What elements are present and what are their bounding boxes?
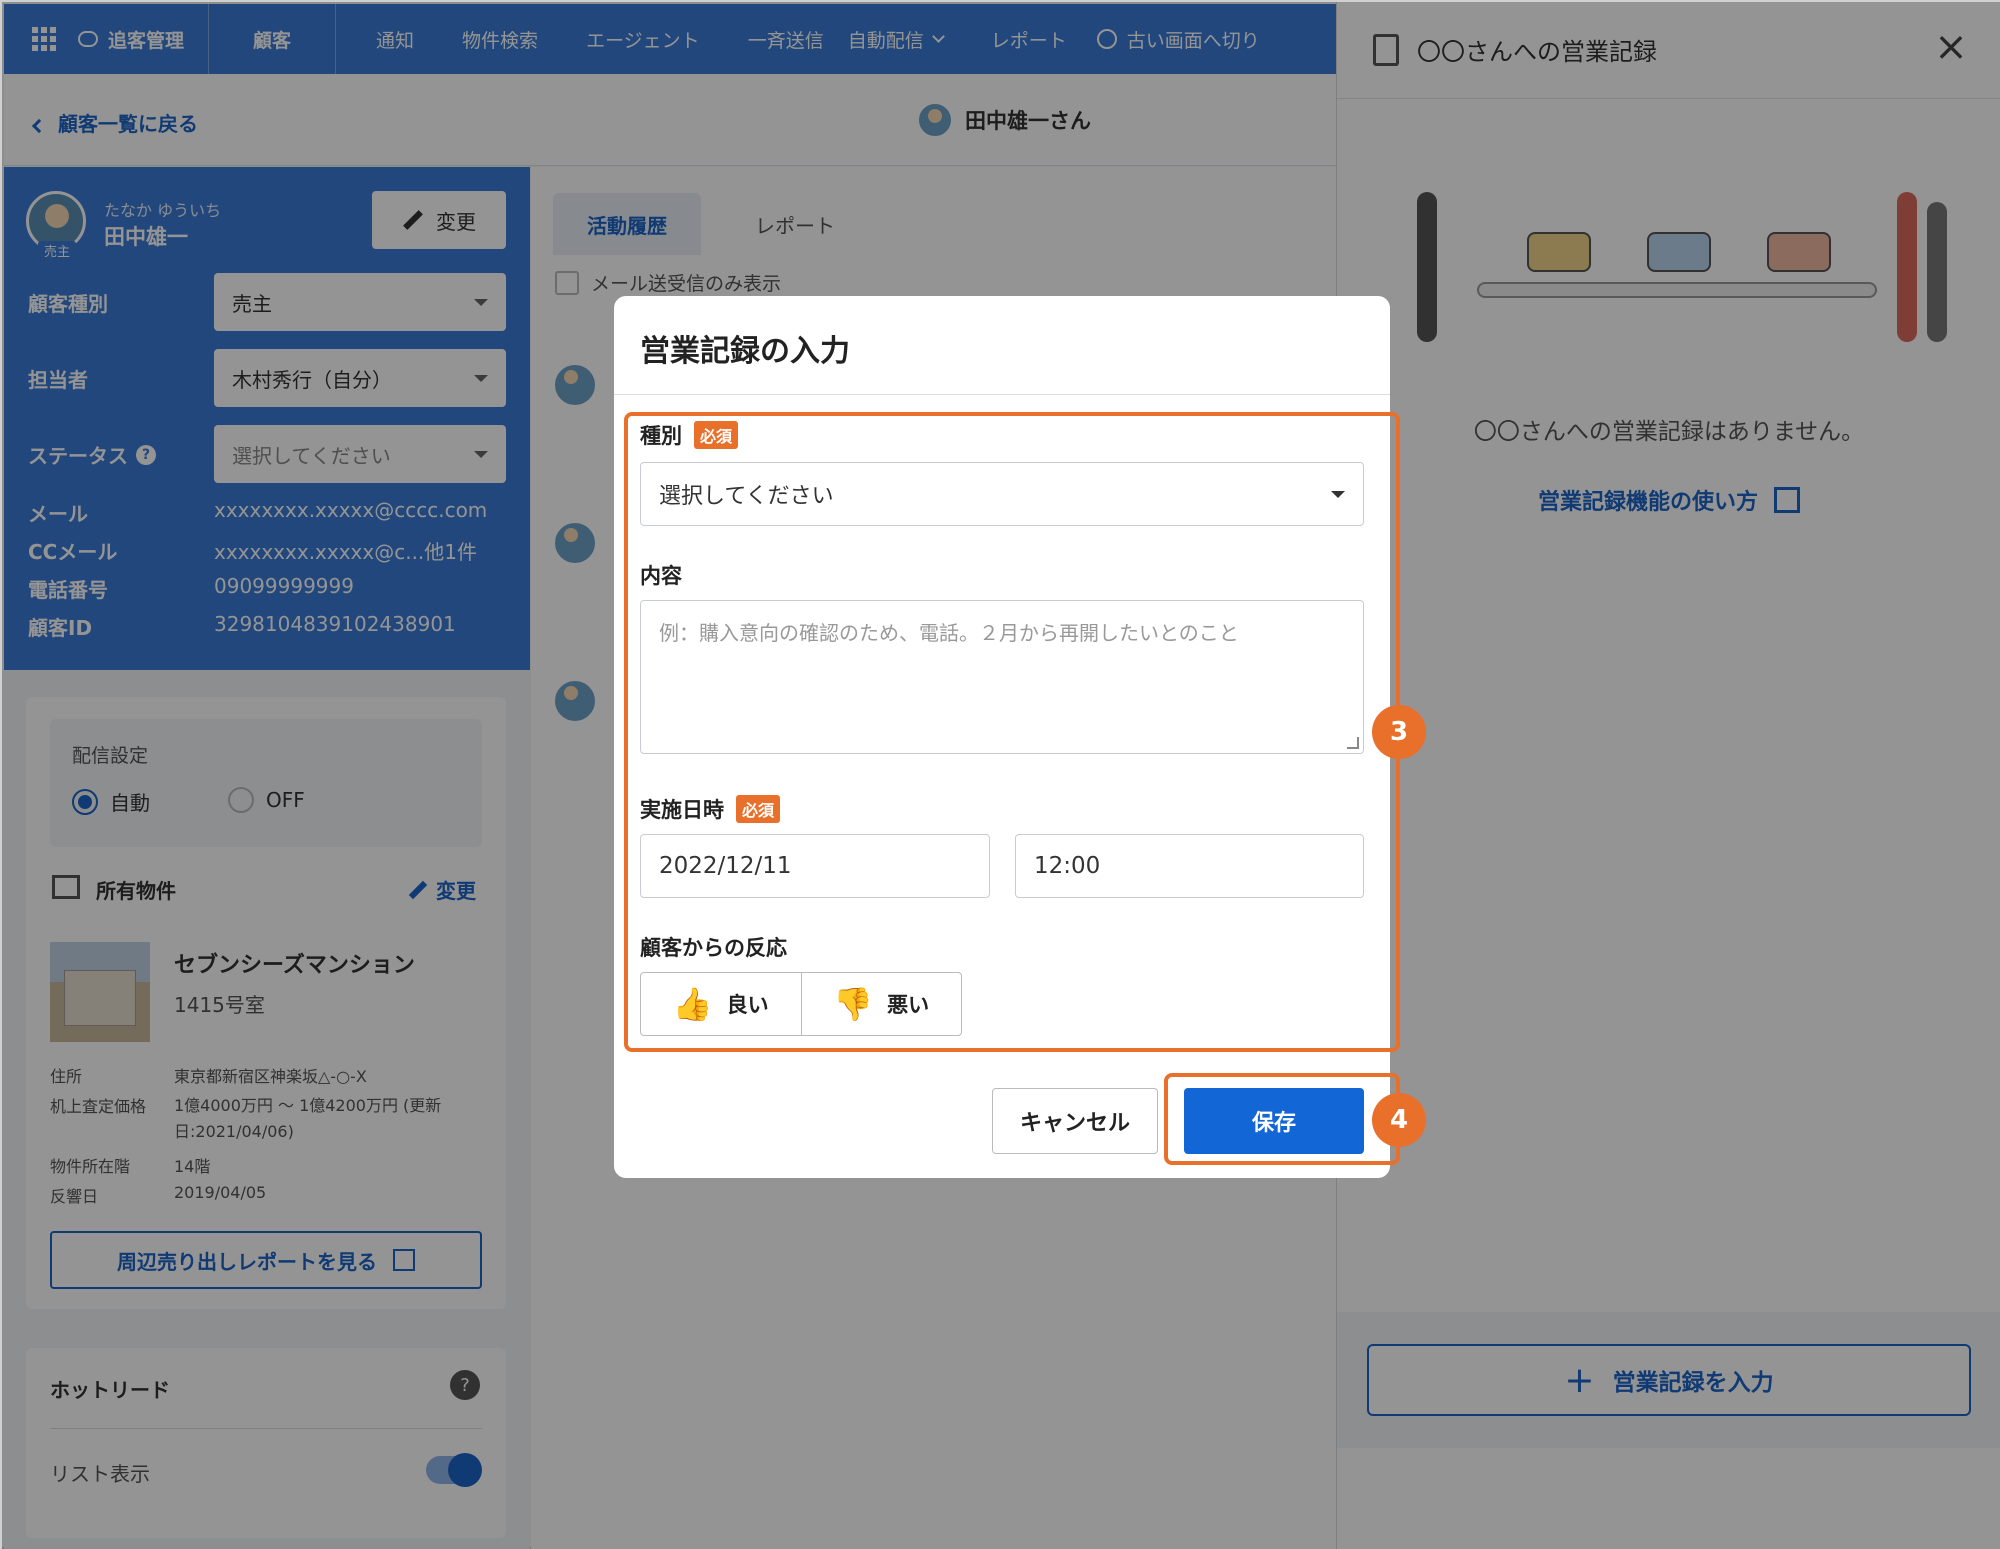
cancel-button[interactable]: キャンセル bbox=[992, 1088, 1158, 1154]
cancel-button-label: キャンセル bbox=[1019, 1111, 1130, 1136]
modal-divider bbox=[614, 394, 1390, 395]
step3-highlight bbox=[624, 412, 1400, 1052]
step4-highlight bbox=[1164, 1073, 1400, 1165]
step3-badge: 3 bbox=[1372, 705, 1426, 759]
step4-badge: 4 bbox=[1372, 1093, 1426, 1147]
modal-title: 営業記録の入力 bbox=[640, 334, 850, 369]
app-window: 追客管理 顧客 通知 物件検索 エージェント 一斉送信 自動配信 レポート 古い… bbox=[0, 0, 2000, 1549]
